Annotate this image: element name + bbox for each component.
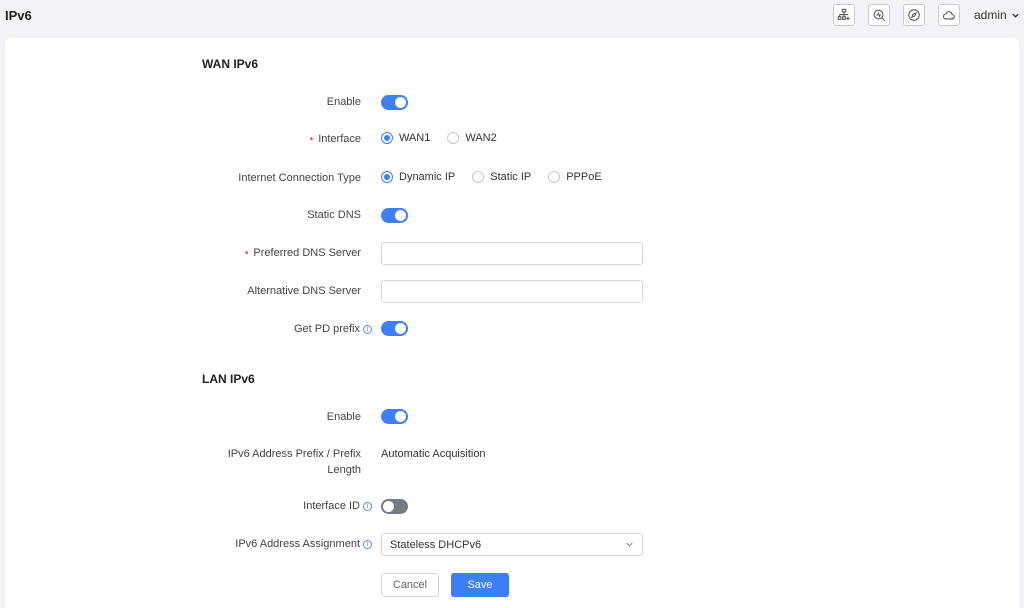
conn-type-radio-group: Dynamic IP Static IP PPPoE bbox=[381, 171, 619, 183]
cancel-button[interactable]: Cancel bbox=[381, 573, 439, 597]
prefix-label-line2: Length bbox=[327, 464, 361, 476]
cloud-icon[interactable] bbox=[938, 4, 960, 26]
prefix-value: Automatic Acquisition bbox=[381, 448, 486, 460]
interface-id-label-text: Interface ID bbox=[303, 500, 360, 512]
wan-enable-label: Enable bbox=[326, 96, 361, 108]
required-mark: • bbox=[244, 247, 249, 259]
required-mark: • bbox=[309, 133, 314, 145]
lan-enable-toggle[interactable] bbox=[381, 409, 408, 424]
radio-static-ip[interactable]: Static IP bbox=[472, 171, 531, 183]
interface-id-toggle[interactable] bbox=[381, 499, 408, 514]
pd-prefix-label: Get PD prefix i bbox=[294, 323, 372, 335]
lan-section-title: LAN IPv6 bbox=[202, 372, 255, 386]
radio-dynamic-ip[interactable]: Dynamic IP bbox=[381, 171, 455, 183]
chevron-down-icon bbox=[626, 542, 633, 547]
interface-label-text: Interface bbox=[318, 133, 361, 145]
conn-type-label: Internet Connection Type bbox=[238, 172, 361, 184]
static-dns-label: Static DNS bbox=[307, 209, 361, 221]
interface-id-label: Interface ID i bbox=[303, 500, 372, 512]
radio-wan2[interactable]: WAN2 bbox=[447, 132, 497, 144]
info-icon[interactable]: i bbox=[363, 324, 372, 334]
network-add-icon[interactable] bbox=[833, 4, 855, 26]
assignment-label: IPv6 Address Assignment i bbox=[235, 538, 372, 550]
interface-label: • Interface bbox=[310, 133, 361, 145]
assignment-value: Stateless DHCPv6 bbox=[390, 538, 482, 551]
diagnose-icon[interactable] bbox=[868, 4, 890, 26]
wan-enable-toggle[interactable] bbox=[381, 95, 408, 110]
page-title: IPv6 bbox=[5, 8, 32, 23]
settings-card bbox=[5, 38, 1019, 608]
chevron-down-icon bbox=[1012, 13, 1019, 18]
preferred-dns-input[interactable] bbox=[381, 242, 643, 265]
top-bar: IPv6 admin bbox=[0, 0, 1024, 36]
assignment-label-text: IPv6 Address Assignment bbox=[235, 538, 360, 550]
info-icon[interactable]: i bbox=[363, 501, 372, 511]
pd-prefix-label-text: Get PD prefix bbox=[293, 323, 360, 335]
radio-pppoe[interactable]: PPPoE bbox=[548, 171, 602, 183]
preferred-dns-label-text: Preferred DNS Server bbox=[253, 247, 361, 259]
prefix-label-line1: IPv6 Address Prefix / Prefix bbox=[227, 448, 361, 460]
prefix-label: IPv6 Address Prefix / Prefix Length bbox=[228, 448, 361, 477]
user-name: admin bbox=[974, 8, 1007, 22]
wan-section-title: WAN IPv6 bbox=[202, 57, 259, 71]
lan-enable-label: Enable bbox=[326, 411, 361, 423]
interface-radio-group: WAN1 WAN2 bbox=[381, 132, 514, 144]
compass-icon[interactable] bbox=[903, 4, 925, 26]
alternative-dns-input[interactable] bbox=[381, 280, 643, 303]
pd-prefix-toggle[interactable] bbox=[381, 321, 408, 336]
alternative-dns-label: Alternative DNS Server bbox=[247, 285, 361, 297]
radio-wan1[interactable]: WAN1 bbox=[381, 132, 430, 144]
user-menu[interactable]: admin bbox=[974, 8, 1020, 22]
info-icon[interactable]: i bbox=[363, 539, 372, 549]
assignment-select[interactable]: Stateless DHCPv6 bbox=[381, 533, 643, 556]
save-button[interactable]: Save bbox=[451, 573, 509, 597]
preferred-dns-label: • Preferred DNS Server bbox=[245, 247, 361, 259]
static-dns-toggle[interactable] bbox=[381, 208, 408, 223]
